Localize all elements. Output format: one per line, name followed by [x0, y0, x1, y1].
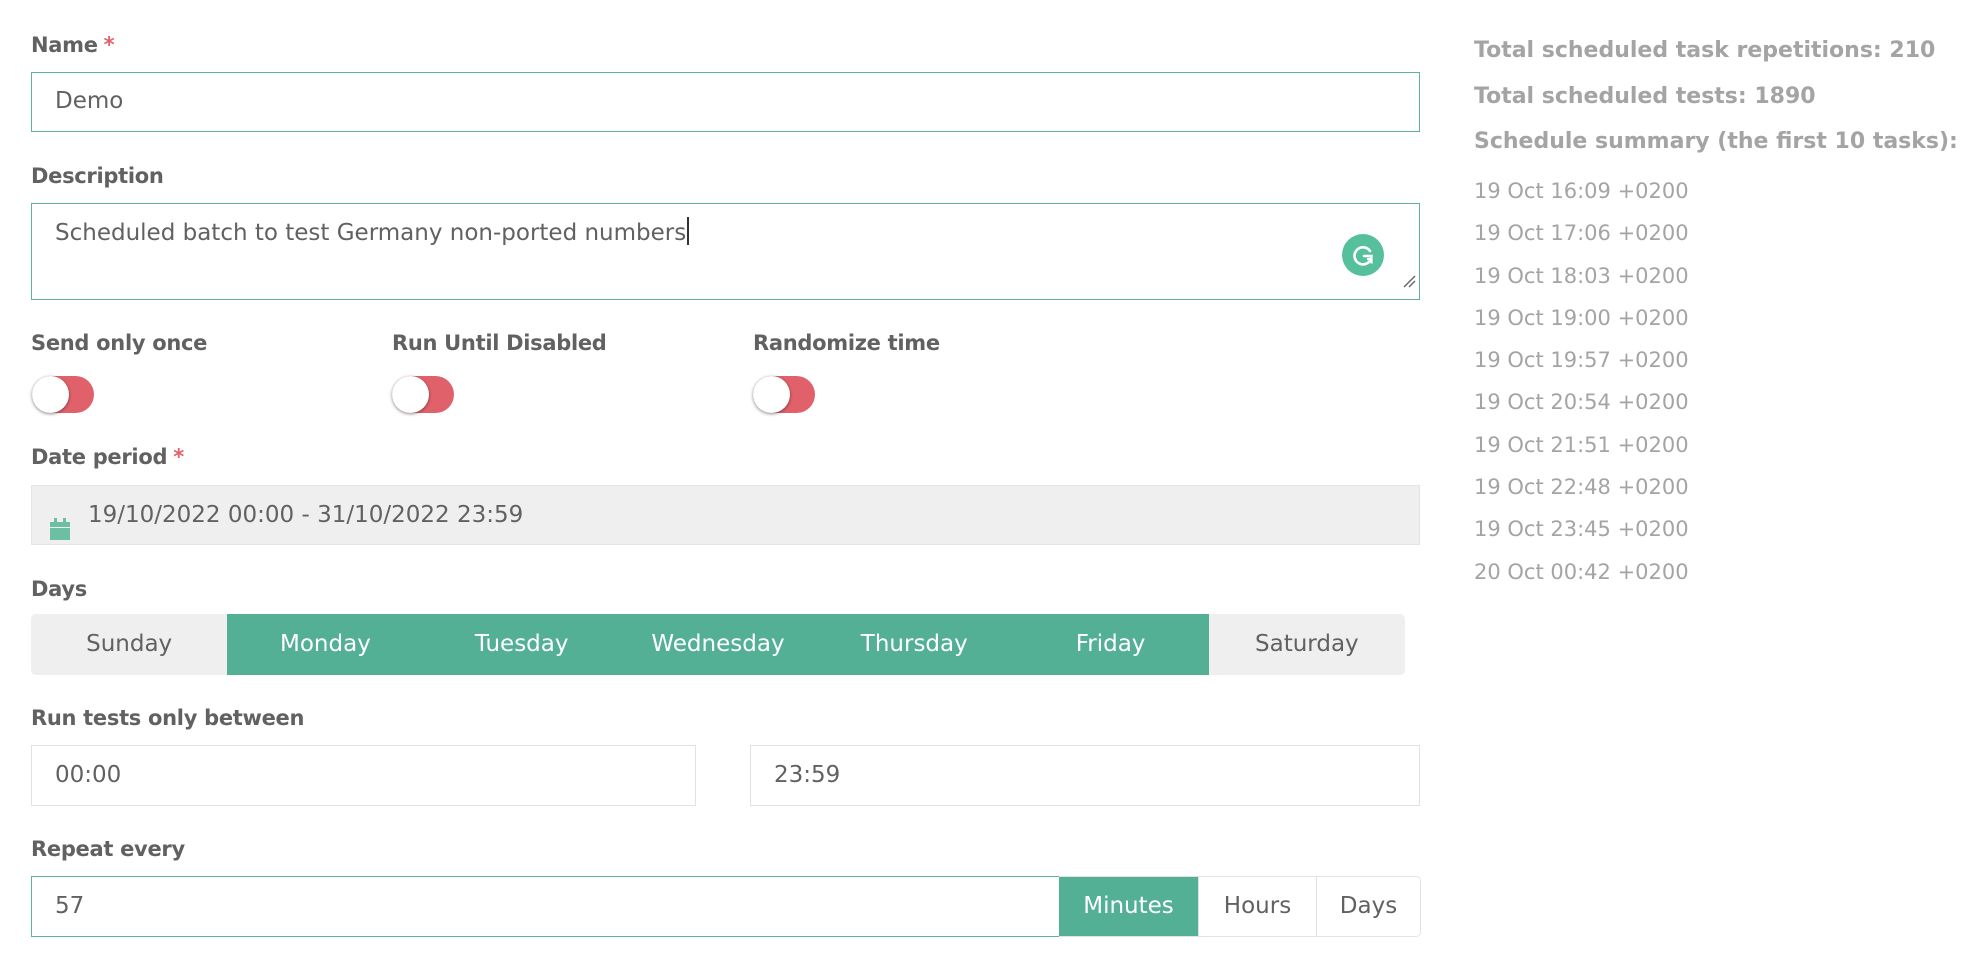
- description-label: Description: [31, 164, 164, 188]
- unit-minutes-button[interactable]: Minutes: [1059, 877, 1199, 936]
- days-label: Days: [31, 577, 87, 601]
- unit-days-button[interactable]: Days: [1317, 877, 1420, 936]
- end-time-input[interactable]: 23:59: [750, 745, 1420, 806]
- task-item: 19 Oct 21:51 +0200: [1474, 433, 1689, 457]
- task-item: 19 Oct 20:54 +0200: [1474, 390, 1689, 414]
- day-tuesday[interactable]: Tuesday: [423, 614, 620, 675]
- day-wednesday[interactable]: Wednesday: [619, 614, 817, 675]
- name-input[interactable]: Demo: [31, 72, 1420, 132]
- start-time-input[interactable]: 00:00: [31, 745, 696, 806]
- required-mark: *: [103, 33, 115, 57]
- toggle-knob: [392, 376, 429, 413]
- repeat-unit-selector: Minutes Hours Days: [1059, 876, 1421, 937]
- summary-title: Schedule summary (the first 10 tasks):: [1474, 129, 1958, 154]
- resize-handle-icon[interactable]: [1402, 266, 1416, 296]
- task-item: 19 Oct 19:00 +0200: [1474, 306, 1689, 330]
- date-period-label: Date period *: [31, 445, 184, 469]
- total-repetitions: Total scheduled task repetitions: 210: [1474, 38, 1936, 63]
- day-sunday[interactable]: Sunday: [31, 614, 228, 675]
- run-until-disabled-toggle[interactable]: [392, 376, 454, 413]
- task-item: 19 Oct 23:45 +0200: [1474, 517, 1689, 541]
- run-between-label: Run tests only between: [31, 706, 305, 730]
- task-item: 19 Oct 16:09 +0200: [1474, 179, 1689, 203]
- date-period-input[interactable]: 19/10/2022 00:00 - 31/10/2022 23:59: [31, 485, 1420, 545]
- calendar-icon: [50, 504, 70, 562]
- task-item: 20 Oct 00:42 +0200: [1474, 560, 1689, 584]
- name-label: Name *: [31, 33, 115, 57]
- day-monday[interactable]: Monday: [227, 614, 424, 675]
- day-thursday[interactable]: Thursday: [816, 614, 1013, 675]
- send-only-once-label: Send only once: [31, 331, 208, 355]
- task-item: 19 Oct 19:57 +0200: [1474, 348, 1689, 372]
- toggle-knob: [753, 376, 790, 413]
- required-mark: *: [173, 445, 184, 469]
- description-textarea[interactable]: Scheduled batch to test Germany non-port…: [31, 203, 1420, 300]
- unit-hours-button[interactable]: Hours: [1199, 877, 1317, 936]
- task-item: 19 Oct 18:03 +0200: [1474, 264, 1689, 288]
- repeat-every-input[interactable]: 57: [31, 876, 1059, 937]
- text-caret: [687, 217, 689, 245]
- task-item: 19 Oct 22:48 +0200: [1474, 475, 1689, 499]
- task-item: 19 Oct 17:06 +0200: [1474, 221, 1689, 245]
- randomize-time-label: Randomize time: [753, 331, 940, 355]
- total-tests: Total scheduled tests: 1890: [1474, 84, 1816, 109]
- days-selector: Sunday Monday Tuesday Wednesday Thursday…: [31, 614, 1405, 675]
- day-friday[interactable]: Friday: [1012, 614, 1209, 675]
- repeat-every-group: 57 Minutes Hours Days: [31, 876, 1421, 937]
- randomize-time-toggle[interactable]: [753, 376, 815, 413]
- grammarly-icon[interactable]: [1342, 234, 1384, 276]
- toggle-knob: [32, 376, 69, 413]
- repeat-every-label: Repeat every: [31, 837, 185, 861]
- send-only-once-toggle[interactable]: [32, 376, 94, 413]
- day-saturday[interactable]: Saturday: [1208, 614, 1405, 675]
- run-until-disabled-label: Run Until Disabled: [392, 331, 607, 355]
